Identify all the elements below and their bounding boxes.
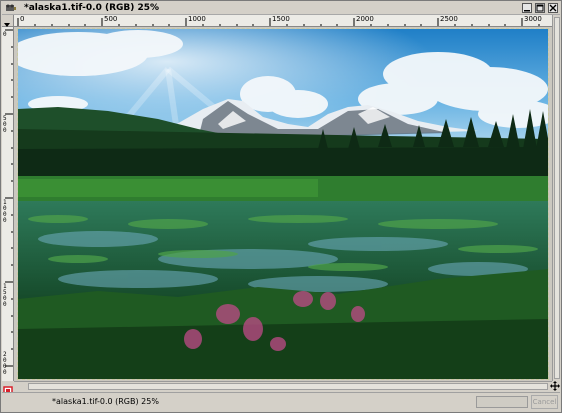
maximize-button[interactable] (535, 3, 545, 13)
quick-mask-toggle[interactable] (2, 381, 14, 396)
hruler-label-2500: 2500 (440, 15, 458, 23)
horizontal-ruler[interactable]: 0 500 1000 1500 2000 2500 3000 (14, 15, 552, 27)
minimize-icon (524, 10, 530, 12)
horizontal-scroll-thumb[interactable] (28, 383, 548, 390)
cancel-button[interactable]: Cancel (531, 395, 558, 409)
alaska-landscape-image[interactable] (17, 28, 549, 380)
hruler-label-3000: 3000 (524, 15, 542, 23)
hruler-label-1500: 1500 (272, 15, 290, 23)
close-button[interactable] (548, 3, 558, 13)
vruler-label-1000: 1000 (3, 199, 7, 224)
vertical-scroll-thumb[interactable] (554, 17, 560, 379)
navigate-move-icon (549, 381, 560, 391)
vertical-ruler[interactable]: 0 500 1000 1500 2000 (2, 27, 14, 381)
vruler-label-500: 500 (3, 115, 7, 134)
minimize-button[interactable] (522, 3, 532, 13)
horizontal-scrollbar[interactable] (14, 381, 552, 391)
image-window: *alaska1.tif-0.0 (RGB) 25% 0 500 1000 15… (0, 0, 562, 413)
gimp-wilber-icon (6, 4, 16, 11)
maximize-icon (536, 4, 544, 12)
vruler-label-0: 0 (3, 31, 7, 38)
window-title: *alaska1.tif-0.0 (RGB) 25% (24, 3, 160, 13)
title-bar[interactable]: *alaska1.tif-0.0 (RGB) 25% (2, 2, 560, 15)
vruler-label-1500: 1500 (3, 283, 7, 308)
progress-bar (476, 396, 528, 408)
vruler-label-2000: 2000 (3, 351, 7, 376)
close-icon (549, 4, 557, 12)
hruler-label-0: 0 (20, 15, 25, 23)
ruler-corner-menu-button[interactable] (2, 15, 14, 27)
status-bar: *alaska1.tif-0.0 (RGB) 25% Cancel (2, 392, 560, 411)
image-canvas[interactable] (14, 27, 552, 381)
navigate-button[interactable] (549, 381, 560, 391)
landscape-photo (18, 29, 548, 379)
hruler-label-1000: 1000 (188, 15, 206, 23)
hruler-label-2000: 2000 (356, 15, 374, 23)
vertical-scrollbar[interactable] (552, 15, 561, 381)
status-text: *alaska1.tif-0.0 (RGB) 25% (52, 397, 159, 406)
hruler-label-500: 500 (104, 15, 118, 23)
